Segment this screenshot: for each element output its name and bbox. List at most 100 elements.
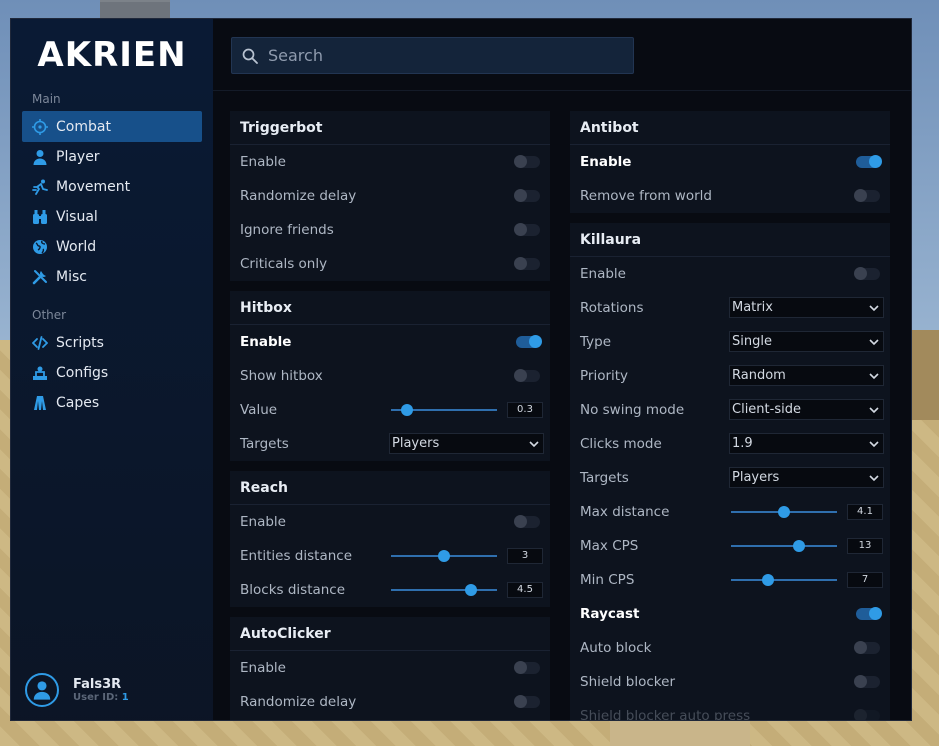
maxdist-slider[interactable] (731, 506, 837, 518)
setting-row: Targets Players (570, 461, 890, 495)
toggle-switch[interactable] (516, 335, 542, 348)
tools-icon (32, 269, 48, 285)
slider-thumb[interactable] (762, 574, 775, 586)
chevron-down-icon (869, 407, 879, 414)
toggle-switch[interactable] (514, 515, 540, 528)
toggle-switch[interactable] (514, 257, 540, 270)
panel-hitbox: Hitbox Enable Show hitbox Value 0.3 Targ… (230, 291, 550, 461)
setting-row: Ignore friends (230, 213, 550, 247)
setting-label: Enable (240, 334, 292, 350)
chevron-down-icon (869, 441, 879, 448)
background-block (912, 330, 939, 420)
toggle-switch[interactable] (514, 695, 540, 708)
toggle-knob (514, 189, 527, 202)
entities-number[interactable]: 3 (507, 548, 543, 564)
client-window: AKRIEN Main Combat Player Movement Visua… (10, 18, 912, 721)
value-number[interactable]: 0.3 (507, 402, 543, 418)
setting-label: Criticals only (240, 256, 328, 272)
user-info: Fals3R User ID: 1 (73, 677, 129, 703)
rotations-select[interactable]: Matrix (729, 297, 884, 318)
slider-thumb[interactable] (792, 540, 805, 552)
slider-thumb[interactable] (464, 584, 477, 596)
slider-thumb[interactable] (778, 506, 790, 518)
top-bar (213, 19, 911, 91)
setting-row: Min CPS 7 (570, 563, 890, 597)
setting-label: Raycast (580, 606, 640, 622)
toggle-switch[interactable] (514, 223, 540, 236)
sidebar-item-world[interactable]: World (22, 231, 202, 262)
setting-row: Shield blocker (570, 665, 890, 699)
search-box[interactable] (231, 37, 634, 74)
person-icon (32, 149, 48, 165)
setting-row: Rotations Matrix (570, 291, 890, 325)
toggle-switch[interactable] (854, 641, 880, 654)
setting-row: Clicks mode 1.9 (570, 427, 890, 461)
toggle-switch[interactable] (856, 155, 882, 168)
sidebar-item-label: Visual (56, 208, 98, 225)
sidebar-item-misc[interactable]: Misc (22, 261, 202, 292)
toggle-switch[interactable] (854, 267, 880, 280)
toggle-knob (854, 709, 867, 720)
noswing-select[interactable]: Client-side (729, 399, 884, 420)
cape-icon (32, 395, 48, 411)
type-select[interactable]: Single (729, 331, 884, 352)
user-name: Fals3R (73, 677, 122, 692)
search-icon (242, 48, 258, 64)
panel-triggerbot: Triggerbot Enable Randomize delay Ignore… (230, 111, 550, 281)
priority-select[interactable]: Random (729, 365, 884, 386)
entities-slider[interactable] (391, 550, 497, 562)
sidebar-item-player[interactable]: Player (22, 141, 202, 172)
maxcps-number[interactable]: 13 (847, 538, 883, 554)
toggle-switch[interactable] (514, 369, 540, 382)
toggle-switch[interactable] (854, 675, 880, 688)
slider-thumb[interactable] (400, 404, 413, 416)
value-slider[interactable] (391, 404, 497, 416)
panel-title: Killaura (570, 223, 890, 257)
toggle-knob (854, 267, 867, 280)
toggle-knob (854, 641, 867, 654)
running-icon (32, 179, 48, 195)
toggle-switch[interactable] (854, 709, 880, 720)
panel-antibot: Antibot Enable Remove from world (570, 111, 890, 213)
sidebar-item-movement[interactable]: Movement (22, 171, 202, 202)
setting-label: Blocks distance (240, 582, 346, 598)
avatar (25, 673, 59, 707)
sidebar-item-capes[interactable]: Capes (22, 387, 202, 418)
crosshair-icon (32, 118, 48, 135)
toggle-switch[interactable] (514, 155, 540, 168)
setting-label: Remove from world (580, 188, 712, 204)
blocks-slider[interactable] (391, 584, 497, 596)
mincps-slider[interactable] (731, 574, 837, 586)
toggle-switch[interactable] (856, 607, 882, 620)
maxdist-number[interactable]: 4.1 (847, 504, 883, 520)
toggle-switch[interactable] (514, 661, 540, 674)
section-label-other: Other (32, 308, 67, 322)
targets-select[interactable]: Players (389, 433, 544, 454)
sidebar-item-visual[interactable]: Visual (22, 201, 202, 232)
select-value: Random (732, 368, 786, 383)
setting-row: Entities distance 3 (230, 539, 550, 573)
slider-thumb[interactable] (438, 550, 450, 562)
toggle-knob (514, 661, 527, 674)
user-profile[interactable]: Fals3R User ID: 1 (25, 673, 129, 707)
sidebar-item-label: Player (56, 148, 100, 165)
sidebar-item-configs[interactable]: Configs (22, 357, 202, 388)
search-input[interactable] (268, 46, 608, 65)
blocks-number[interactable]: 4.5 (507, 582, 543, 598)
setting-label: Max distance (580, 504, 670, 520)
toggle-switch[interactable] (854, 189, 880, 202)
setting-row: Max CPS 13 (570, 529, 890, 563)
clicks-select[interactable]: 1.9 (729, 433, 884, 454)
mincps-number[interactable]: 7 (847, 572, 883, 588)
setting-label: Shield blocker auto press (580, 708, 751, 721)
toggle-knob (514, 155, 527, 168)
toggle-knob (514, 369, 527, 382)
user-id-value: 1 (121, 692, 129, 703)
sidebar-item-combat[interactable]: Combat (22, 111, 202, 142)
sidebar-item-scripts[interactable]: Scripts (22, 327, 202, 358)
targets-select[interactable]: Players (729, 467, 884, 488)
toggle-switch[interactable] (514, 189, 540, 202)
maxcps-slider[interactable] (731, 540, 837, 552)
toggle-knob (529, 335, 542, 348)
setting-label: Randomize delay (240, 694, 357, 710)
